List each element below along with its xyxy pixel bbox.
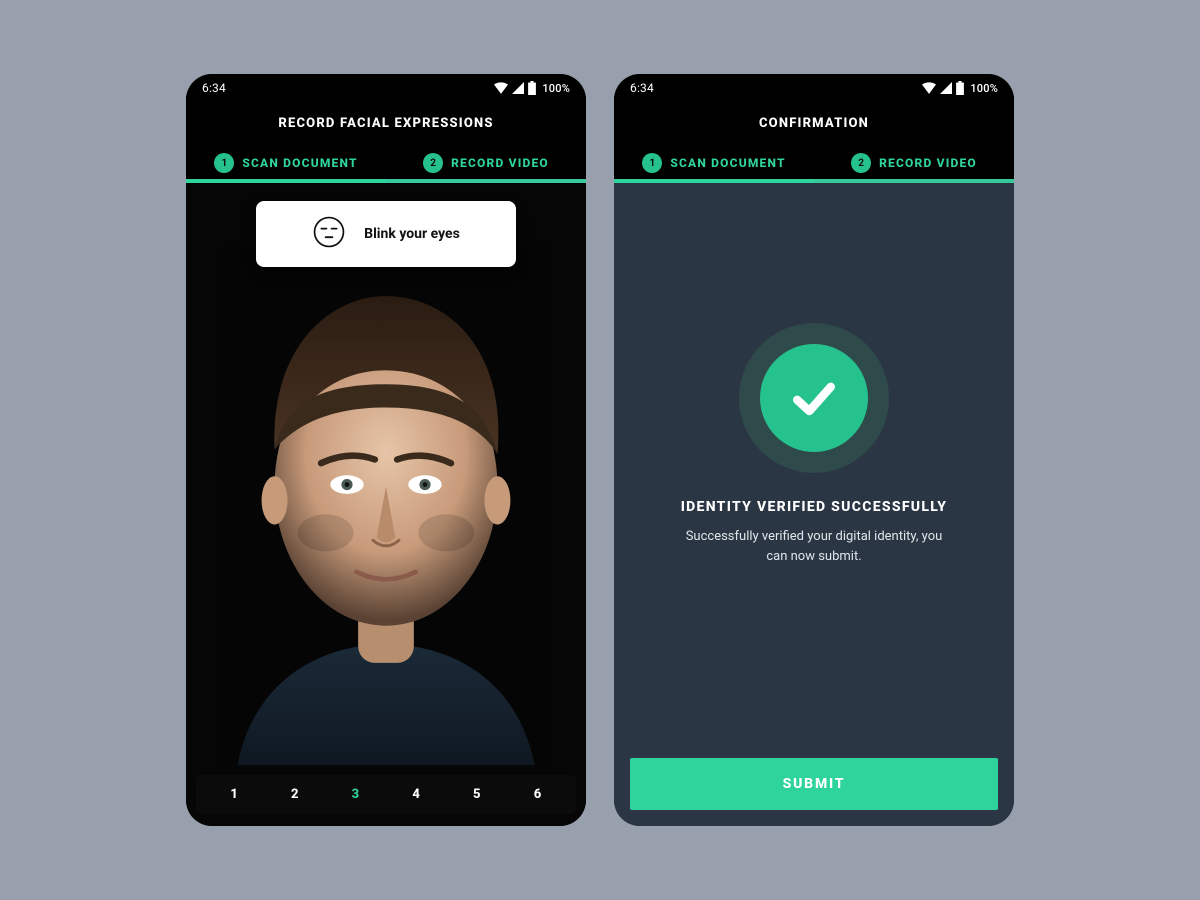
battery-percent: 100%: [970, 82, 998, 95]
status-time: 6:34: [630, 81, 654, 95]
counter-step[interactable]: 6: [507, 787, 568, 802]
step-label: RECORD VIDEO: [879, 156, 977, 170]
step-number-badge: 1: [214, 153, 234, 173]
face-photo: [186, 183, 586, 826]
counter-step[interactable]: 4: [386, 787, 447, 802]
instruction-card: Blink your eyes: [256, 201, 516, 267]
submit-button[interactable]: SUBMIT: [630, 758, 998, 810]
progress-steps: 1 SCAN DOCUMENT 2 RECORD VIDEO: [186, 145, 586, 183]
phone-record-expressions: 6:34 100% RECORD FACIAL EXPRESSIONS 1 SC…: [186, 74, 586, 826]
step-label: SCAN DOCUMENT: [670, 156, 785, 170]
status-icons: 100%: [494, 81, 570, 95]
step-scan-document: 1 SCAN DOCUMENT: [614, 145, 814, 183]
counter-step[interactable]: 1: [204, 787, 265, 802]
success-badge: [739, 323, 889, 473]
battery-icon: [528, 81, 536, 95]
progress-steps: 1 SCAN DOCUMENT 2 RECORD VIDEO: [614, 145, 1014, 183]
battery-icon: [956, 81, 964, 95]
wifi-icon: [922, 82, 936, 94]
counter-step[interactable]: 5: [447, 787, 508, 802]
status-time: 6:34: [202, 81, 226, 95]
step-label: RECORD VIDEO: [451, 156, 549, 170]
counter-step-active[interactable]: 3: [325, 787, 386, 802]
signal-icon: [940, 82, 952, 94]
phone-confirmation: 6:34 100% CONFIRMATION 1 SCAN DOCUMENT: [614, 74, 1014, 826]
step-number-badge: 2: [423, 153, 443, 173]
step-record-video: 2 RECORD VIDEO: [814, 145, 1014, 183]
camera-preview: Blink your eyes 1 2 3 4 5 6: [186, 183, 586, 826]
confirmation-body: IDENTITY VERIFIED SUCCESSFULLY Successfu…: [614, 183, 1014, 826]
wifi-icon: [494, 82, 508, 94]
instruction-text: Blink your eyes: [364, 226, 460, 242]
step-number-badge: 1: [642, 153, 662, 173]
blink-face-icon: [312, 215, 346, 253]
status-bar: 6:34 100%: [614, 74, 1014, 102]
signal-icon: [512, 82, 524, 94]
status-icons: 100%: [922, 81, 998, 95]
checkmark-icon: [760, 344, 868, 452]
step-number-badge: 2: [851, 153, 871, 173]
success-title: IDENTITY VERIFIED SUCCESSFULLY: [681, 499, 948, 515]
step-label: SCAN DOCUMENT: [242, 156, 357, 170]
status-bar: 6:34 100%: [186, 74, 586, 102]
step-scan-document: 1 SCAN DOCUMENT: [186, 145, 386, 183]
page-title: RECORD FACIAL EXPRESSIONS: [186, 102, 586, 145]
page-title: CONFIRMATION: [614, 102, 1014, 145]
step-record-video: 2 RECORD VIDEO: [386, 145, 586, 183]
success-subtitle: Successfully verified your digital ident…: [684, 527, 944, 567]
counter-step[interactable]: 2: [265, 787, 326, 802]
expression-step-counter: 1 2 3 4 5 6: [196, 775, 576, 814]
battery-percent: 100%: [542, 82, 570, 95]
